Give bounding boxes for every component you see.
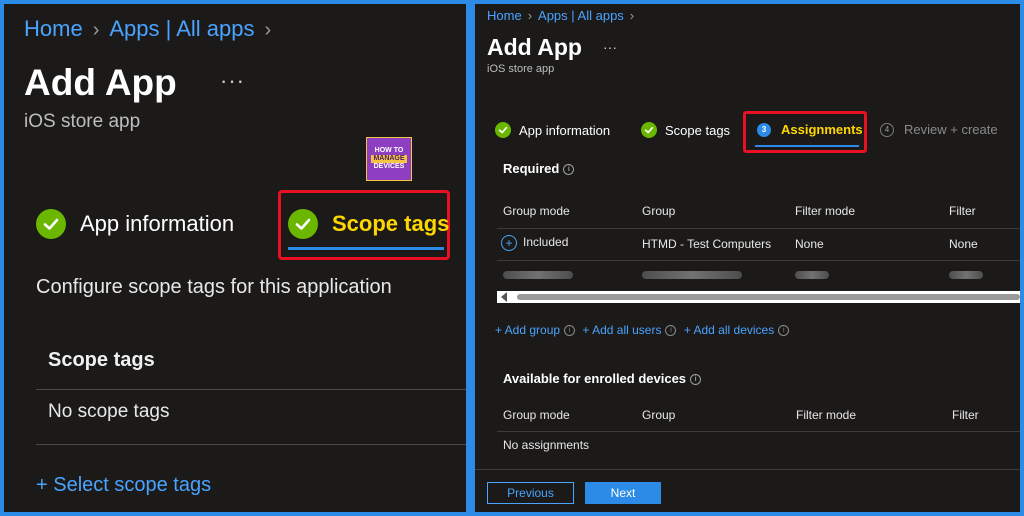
blurred-filter <box>949 271 983 279</box>
page-title: Add App <box>487 34 582 60</box>
info-icon[interactable]: i <box>690 374 702 386</box>
scope-tags-empty: No scope tags <box>48 401 170 422</box>
info-icon[interactable]: i <box>563 164 575 176</box>
col-group: Group <box>642 408 676 422</box>
step-assignments[interactable]: 3 Assignments <box>757 122 863 137</box>
table-row-group-mode[interactable]: + Included <box>501 235 568 251</box>
divider <box>36 444 466 445</box>
logo-line-2: MANAGE <box>371 155 407 163</box>
col-filter: Filter <box>949 204 976 218</box>
step-app-information[interactable]: App information <box>36 209 234 239</box>
col-group: Group <box>642 204 676 218</box>
page-subtitle: iOS store app <box>487 63 555 75</box>
right-panel: Home › Apps | All apps › Add App ··· iOS st… <box>475 4 1020 512</box>
info-icon[interactable]: i <box>665 325 677 337</box>
add-all-devices-link[interactable]: + Add all devices <box>684 323 774 337</box>
col-filter-mode: Filter mode <box>796 408 857 422</box>
htmd-logo: HOW TO MANAGE DEVICES <box>366 137 412 181</box>
logo-line-3: DEVICES <box>373 163 405 170</box>
add-circle-icon: + <box>501 235 517 251</box>
active-step-underline <box>755 145 859 147</box>
select-scope-tags-link[interactable]: + Select scope tags <box>36 474 211 497</box>
step-label: Scope tags <box>332 211 450 236</box>
table-row-group: HTMD - Test Computers <box>642 237 772 251</box>
group-mode-value: Included <box>523 235 569 250</box>
step-label: Scope tags <box>665 122 731 138</box>
footer-divider <box>475 469 1020 470</box>
step-label: Assignments <box>781 122 863 137</box>
divider <box>36 389 466 390</box>
page-title: Add App <box>24 62 177 103</box>
divider <box>497 260 1020 261</box>
chevron-right-icon: › <box>527 8 533 23</box>
assignment-actions: + Add group i + Add all users i + Add all … <box>495 323 790 337</box>
add-all-users-link[interactable]: + Add all users <box>582 323 661 337</box>
check-circle-icon <box>36 209 66 239</box>
available-heading: Available for enrolled devices i <box>503 371 702 386</box>
divider <box>497 228 1020 229</box>
breadcrumb: Home › Apps | All apps › <box>24 16 281 42</box>
info-icon[interactable]: i <box>564 325 576 337</box>
add-group-link[interactable]: + Add group <box>495 323 560 337</box>
step-review-create[interactable]: 4 Review + create <box>880 122 998 137</box>
breadcrumb-home[interactable]: Home <box>24 16 83 41</box>
check-circle-icon <box>288 209 318 239</box>
breadcrumb-home[interactable]: Home <box>487 8 522 23</box>
step-scope-tags[interactable]: Scope tags <box>288 209 449 239</box>
next-button[interactable]: Next <box>585 482 661 504</box>
more-options-icon[interactable]: ··· <box>220 68 245 94</box>
step-label: Review + create <box>904 122 998 137</box>
col-group-mode: Group mode <box>503 408 570 422</box>
check-circle-icon <box>641 122 657 138</box>
step-scope-tags[interactable]: Scope tags <box>641 122 730 138</box>
required-heading: Required i <box>503 161 575 176</box>
available-heading-label: Available for enrolled devices <box>503 371 687 386</box>
active-step-underline <box>288 247 444 250</box>
more-options-icon[interactable]: ··· <box>603 39 617 55</box>
breadcrumb-apps[interactable]: Apps | All apps <box>538 8 624 23</box>
configure-description: Configure scope tags for this applicatio… <box>36 276 392 298</box>
check-circle-icon <box>495 122 511 138</box>
step-number-badge: 3 <box>757 122 771 137</box>
info-icon[interactable]: i <box>778 325 790 337</box>
page-subtitle: iOS store app <box>24 111 141 132</box>
available-empty: No assignments <box>503 438 590 452</box>
scope-tags-column-header: Scope tags <box>48 349 155 371</box>
divider <box>497 431 1020 432</box>
blurred-group <box>642 271 742 279</box>
breadcrumb-apps[interactable]: Apps | All apps <box>109 16 254 41</box>
required-heading-label: Required <box>503 161 560 176</box>
chevron-right-icon: › <box>629 8 635 23</box>
col-group-mode: Group mode <box>503 204 570 218</box>
scrollbar-thumb[interactable] <box>517 294 1020 300</box>
table-row-filter[interactable]: None <box>949 237 978 251</box>
left-panel: Home › Apps | All apps › Add App ··· iOS st… <box>4 4 466 512</box>
blurred-group-mode <box>503 271 573 279</box>
logo-line-1: HOW TO <box>374 147 404 154</box>
breadcrumb: Home › Apps | All apps › <box>487 8 640 23</box>
step-label: App information <box>80 211 235 236</box>
col-filter-mode: Filter mode <box>795 204 856 218</box>
scroll-left-arrow-icon[interactable] <box>501 292 507 302</box>
chevron-right-icon: › <box>264 19 272 41</box>
step-number-badge: 4 <box>880 122 894 137</box>
chevron-right-icon: › <box>92 19 100 41</box>
table-row-filter-mode[interactable]: None <box>795 237 824 251</box>
step-label: App information <box>519 122 611 138</box>
horizontal-scrollbar[interactable] <box>497 291 1020 303</box>
previous-button[interactable]: Previous <box>487 482 574 504</box>
col-filter: Filter <box>952 408 979 422</box>
blurred-filter-mode <box>795 271 829 279</box>
step-app-information[interactable]: App information <box>495 122 610 138</box>
